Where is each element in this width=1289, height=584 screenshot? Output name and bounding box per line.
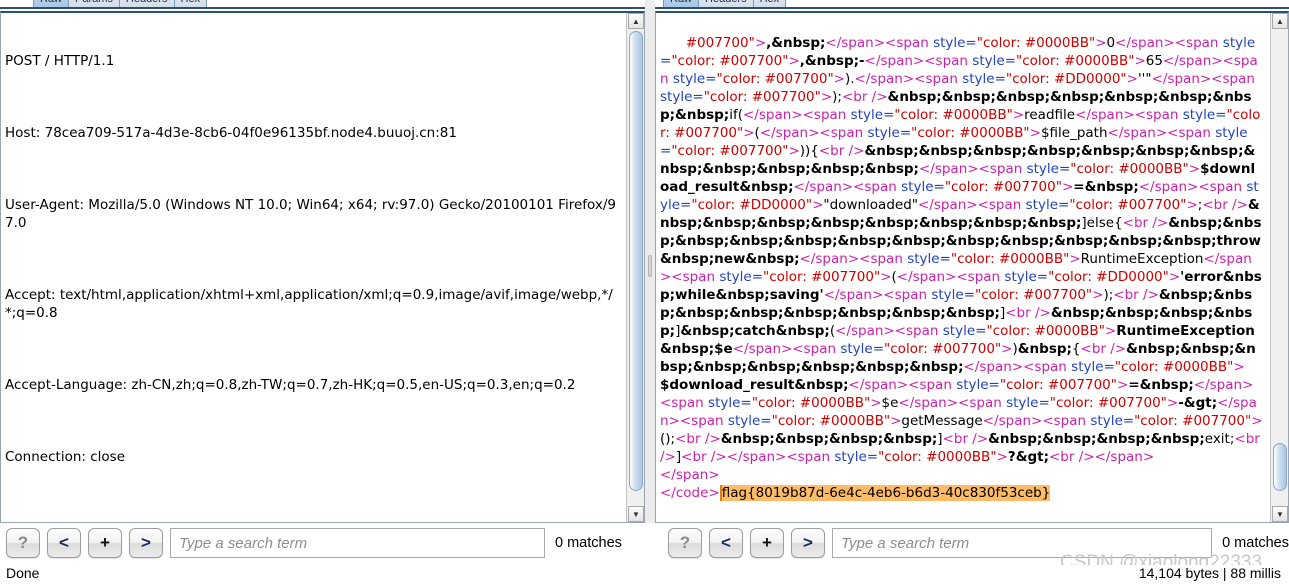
request-tab-underline (0, 7, 645, 9)
header-name: User-Agent (5, 197, 80, 213)
search-add-button[interactable]: + (750, 528, 784, 558)
header-value: text/html,application/xhtml+xml,applicat… (5, 287, 613, 321)
search-previous-button[interactable]: < (47, 528, 81, 558)
request-header-connection: Connection: close (5, 448, 619, 466)
repeater-window: Raw Params Headers Hex Raw Headers Hex P… (0, 0, 1289, 584)
response-tab-underline (655, 7, 1289, 9)
header-name: Accept (5, 287, 52, 303)
scroll-down-arrow-icon[interactable]: ▼ (1272, 506, 1288, 522)
cookie-param-name: PHPSESSID (60, 521, 135, 522)
search-match-count: 0 matches (555, 535, 622, 551)
scroll-down-arrow-icon[interactable]: ▼ (628, 506, 644, 522)
request-header-accept-language: Accept-Language: zh-CN,zh;q=0.8,zh-TW;q=… (5, 376, 619, 394)
splitter-grip-icon[interactable] (648, 255, 652, 277)
request-header-host: Host: 78cea709-517a-4d3e-8cb6-04f0e96135… (5, 124, 619, 142)
request-tabstrip: Raw Params Headers Hex (0, 0, 645, 11)
cookie-label: Cookie: (5, 521, 60, 522)
search-input[interactable] (170, 528, 545, 558)
status-done-label: Done (6, 565, 40, 581)
response-vertical-scrollbar[interactable]: ▲ ▼ (1270, 13, 1288, 522)
header-name: Connection (5, 449, 82, 465)
header-value: zh-CN,zh;q=0.8,zh-TW;q=0.7,zh-HK;q=0.5,e… (127, 377, 576, 393)
request-search-bar: ? < + > 0 matches (6, 523, 645, 563)
search-help-button[interactable]: ? (6, 528, 40, 558)
search-add-button[interactable]: + (88, 528, 122, 558)
search-next-button[interactable]: > (791, 528, 825, 558)
request-vertical-scrollbar[interactable]: ▲ ▼ (626, 13, 644, 522)
request-panel: POST / HTTP/1.1 Host: 78cea709-517a-4d3e… (0, 11, 645, 523)
search-previous-button[interactable]: < (709, 528, 743, 558)
scroll-thumb[interactable] (1273, 443, 1287, 491)
header-value: 78cea709-517a-4d3e-8cb6-04f0e96135bf.nod… (40, 125, 457, 141)
flag-highlight: flag{8019b87d-6e4c-4eb6-b6d3-40c830f53ce… (719, 485, 1051, 501)
search-next-button[interactable]: > (129, 528, 163, 558)
request-header-accept: Accept: text/html,application/xhtml+xml,… (5, 286, 619, 322)
request-header-cookie: Cookie: PHPSESSID=432b8b09e30c4a75986b71… (5, 520, 619, 522)
panel-splitter[interactable] (645, 0, 655, 523)
status-bar: Done 14,104 bytes | 88 millis (0, 565, 1289, 584)
response-message-editor[interactable]: #007700">,&nbsp;</span><span style="colo… (656, 13, 1267, 522)
response-search-bar: ? < + > 0 matches (668, 523, 1289, 563)
response-source-text: #007700">,&nbsp;</span><span style="colo… (660, 35, 1265, 501)
scroll-thumb[interactable] (629, 31, 643, 491)
status-stats-label: 14,104 bytes | 88 millis (1138, 565, 1281, 581)
header-value: Mozilla/5.0 (Windows NT 10.0; Win64; x64… (5, 197, 616, 231)
header-name: Host (5, 125, 36, 141)
request-message-editor[interactable]: POST / HTTP/1.1 Host: 78cea709-517a-4d3e… (1, 13, 623, 522)
search-help-button[interactable]: ? (668, 528, 702, 558)
search-input[interactable] (832, 528, 1213, 558)
search-match-count: 0 matches (1222, 535, 1289, 551)
response-panel: #007700">,&nbsp;</span><span style="colo… (655, 11, 1289, 523)
scroll-up-arrow-icon[interactable]: ▲ (628, 13, 644, 29)
scroll-up-arrow-icon[interactable]: ▲ (1272, 13, 1288, 29)
request-header-user-agent: User-Agent: Mozilla/5.0 (Windows NT 10.0… (5, 196, 619, 232)
response-tabstrip: Raw Headers Hex (655, 0, 1289, 11)
header-value: close (85, 449, 126, 465)
header-name: Accept-Language (5, 377, 123, 393)
request-start-line: POST / HTTP/1.1 (5, 53, 115, 69)
cookie-equals: = (135, 521, 146, 522)
